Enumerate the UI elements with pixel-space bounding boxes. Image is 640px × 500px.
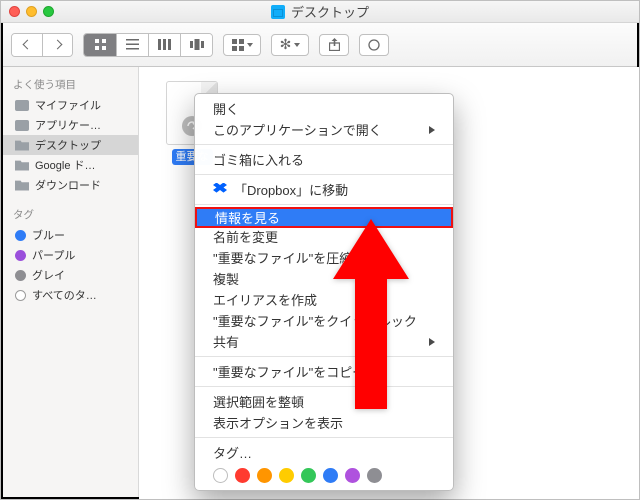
list-icon (126, 39, 139, 50)
view-list-button[interactable] (116, 34, 148, 56)
ctx-cleanup[interactable]: 選択範囲を整頓 (195, 391, 453, 412)
finder-window: デスクトップ ✻ (0, 0, 640, 500)
ctx-get-info[interactable]: 情報を見る (195, 207, 453, 228)
ctx-tags-label: タグ… (195, 442, 453, 463)
view-coverflow-button[interactable] (180, 34, 212, 56)
tag-dot-icon (15, 230, 26, 241)
ctx-share[interactable]: 共有 (195, 331, 453, 352)
tag-circle-blue[interactable] (323, 468, 338, 483)
forward-button[interactable] (42, 34, 72, 56)
chevron-right-icon (53, 40, 63, 50)
share-icon (329, 38, 340, 51)
tag-circle-red[interactable] (235, 468, 250, 483)
toolbar: ✻ (1, 23, 639, 67)
folder-icon (271, 5, 285, 19)
spacer (1, 195, 138, 205)
maximize-window-button[interactable] (43, 6, 54, 17)
view-mode-segment (83, 33, 213, 57)
nav-buttons (11, 33, 73, 57)
view-column-button[interactable] (148, 34, 180, 56)
sidebar-item-myfiles[interactable]: マイファイル (1, 95, 138, 115)
title-wrap: デスクトップ (271, 2, 369, 21)
ctx-view-options[interactable]: 表示オプションを表示 (195, 412, 453, 433)
chevron-left-icon (22, 40, 32, 50)
apps-icon (15, 120, 29, 131)
tag-circle-purple[interactable] (345, 468, 360, 483)
ctx-open[interactable]: 開く (195, 98, 453, 119)
grid-icon (94, 38, 107, 51)
ctx-separator (195, 174, 453, 175)
ctx-separator (195, 356, 453, 357)
dropbox-icon (213, 183, 227, 197)
sidebar-tag-blue[interactable]: ブルー (1, 225, 138, 245)
submenu-caret-icon (429, 338, 435, 346)
desktop-icon (15, 140, 29, 151)
sidebar-item-desktop[interactable]: デスクトップ (1, 135, 138, 155)
sidebar-item-applications[interactable]: アプリケー… (1, 115, 138, 135)
close-window-button[interactable] (9, 6, 20, 17)
folder-icon (15, 160, 29, 171)
tag-icon (368, 39, 380, 51)
columns-icon (158, 39, 171, 50)
sidebar-item-googledrive[interactable]: Google ド… (1, 155, 138, 175)
ctx-tag-colors (195, 463, 453, 486)
back-button[interactable] (12, 34, 42, 56)
chevron-down-icon (294, 43, 300, 47)
ctx-quicklook[interactable]: "重要なファイル"をクイックルック (195, 310, 453, 331)
ctx-rename[interactable]: 名前を変更 (195, 226, 453, 247)
sidebar-tag-purple[interactable]: パープル (1, 245, 138, 265)
grid-small-icon (232, 39, 244, 51)
sidebar-tag-gray[interactable]: グレイ (1, 265, 138, 285)
sidebar-item-downloads[interactable]: ダウンロード (1, 175, 138, 195)
chevron-down-icon (247, 43, 253, 47)
tags-button[interactable] (359, 34, 389, 56)
sidebar-header-favorites: よく使う項目 (1, 75, 138, 95)
titlebar: デスクトップ (1, 1, 639, 23)
tag-circle-orange[interactable] (257, 468, 272, 483)
ctx-separator (195, 386, 453, 387)
sidebar-header-tags: タグ (1, 205, 138, 225)
gear-icon: ✻ (280, 36, 292, 53)
ctx-separator (195, 144, 453, 145)
sidebar: よく使う項目 マイファイル アプリケー… デスクトップ Google ド… ダウ… (1, 67, 139, 499)
ctx-move-dropbox[interactable]: 「Dropbox」に移動 (195, 179, 453, 200)
coverflow-icon (190, 39, 204, 50)
ctx-separator (195, 437, 453, 438)
sidebar-tag-all[interactable]: すべてのタ… (1, 285, 138, 305)
tag-circle-yellow[interactable] (279, 468, 294, 483)
action-dropdown[interactable]: ✻ (271, 34, 309, 56)
ctx-open-with[interactable]: このアプリケーションで開く (195, 119, 453, 140)
arrange-dropdown[interactable] (223, 34, 261, 56)
ctx-compress[interactable]: "重要なファイル"を圧縮 (195, 247, 453, 268)
share-button[interactable] (319, 34, 349, 56)
minimize-window-button[interactable] (26, 6, 37, 17)
tag-dot-icon (15, 250, 26, 261)
context-menu: 開く このアプリケーションで開く ゴミ箱に入れる 「Dropbox」に移動 情報… (194, 93, 454, 491)
allfiles-icon (15, 100, 29, 111)
tag-circle-green[interactable] (301, 468, 316, 483)
ctx-duplicate[interactable]: 複製 (195, 268, 453, 289)
submenu-caret-icon (429, 126, 435, 134)
downloads-icon (15, 180, 29, 191)
tag-circle-none[interactable] (213, 468, 228, 483)
tag-all-icon (15, 290, 26, 301)
tag-dot-icon (15, 270, 26, 281)
ctx-separator (195, 204, 453, 205)
window-title: デスクトップ (291, 2, 369, 21)
ctx-trash[interactable]: ゴミ箱に入れる (195, 149, 453, 170)
window-controls (9, 6, 54, 17)
ctx-copy[interactable]: "重要なファイル"をコピー (195, 361, 453, 382)
tag-circle-gray[interactable] (367, 468, 382, 483)
view-icon-button[interactable] (84, 34, 116, 56)
ctx-alias[interactable]: エイリアスを作成 (195, 289, 453, 310)
